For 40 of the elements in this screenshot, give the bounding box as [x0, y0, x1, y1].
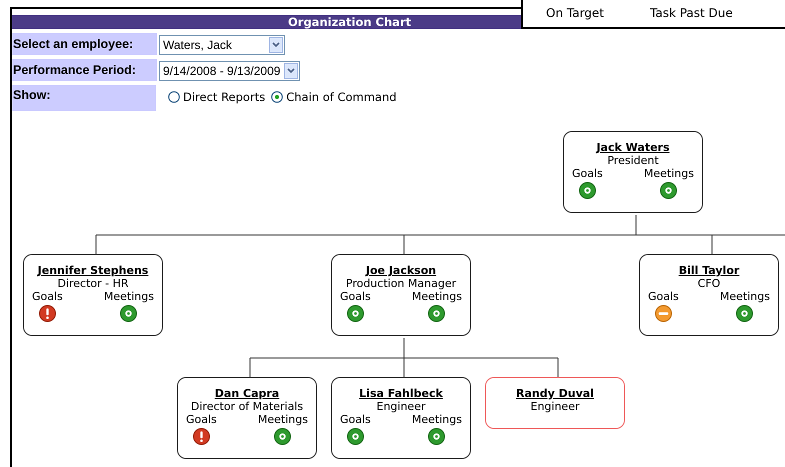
job-title: Engineer — [376, 400, 426, 413]
job-title: Engineer — [530, 400, 580, 413]
goals-label: Goals — [32, 290, 63, 303]
employee-name[interactable]: Bill Taylor — [678, 264, 740, 277]
dropdown-icon — [284, 63, 298, 79]
field-label: Select an employee: — [12, 33, 157, 55]
employee-select[interactable]: Waters, Jack — [159, 35, 285, 55]
employee-name[interactable]: Randy Duval — [516, 387, 594, 400]
meetings-label: Meetings — [412, 290, 462, 303]
goals-label: Goals — [340, 413, 371, 426]
job-title: Director - HR — [57, 277, 129, 290]
goals-label: Goals — [186, 413, 217, 426]
job-title: Production Manager — [346, 277, 456, 290]
goals-label: Goals — [572, 167, 603, 180]
radio-option[interactable]: Chain of Command — [271, 89, 397, 105]
employee-name[interactable]: Lisa Fahlbeck — [359, 387, 443, 400]
meetings-label: Meetings — [720, 290, 770, 303]
period-select[interactable]: 9/14/2008 - 9/13/2009 — [159, 61, 300, 81]
job-title: President — [607, 154, 659, 167]
radio-button[interactable] — [271, 91, 284, 103]
radio-button[interactable] — [168, 91, 180, 103]
employee-name[interactable]: Dan Capra — [214, 387, 280, 400]
legend-label: On Target — [546, 6, 604, 22]
goals-label: Goals — [340, 290, 371, 303]
employee-name[interactable]: Jennifer Stephens — [38, 264, 148, 277]
job-title: CFO — [698, 277, 720, 290]
employee-name[interactable]: Jack Waters — [596, 141, 670, 154]
meetings-label: Meetings — [104, 290, 154, 303]
job-title: Director of Materials — [190, 400, 304, 413]
meetings-label: Meetings — [412, 413, 462, 426]
employee-name[interactable]: Joe Jackson — [366, 264, 436, 277]
dropdown-icon — [269, 37, 283, 53]
goals-label: Goals — [648, 290, 679, 303]
legend-label: Task Past Due — [650, 6, 733, 22]
chart-title: Organization Chart — [288, 15, 412, 29]
field-label: Show: — [12, 85, 156, 111]
radio-option[interactable]: Direct Reports — [168, 89, 266, 105]
field-label: Performance Period: — [12, 59, 157, 81]
meetings-label: Meetings — [258, 413, 308, 426]
meetings-label: Meetings — [644, 167, 694, 180]
